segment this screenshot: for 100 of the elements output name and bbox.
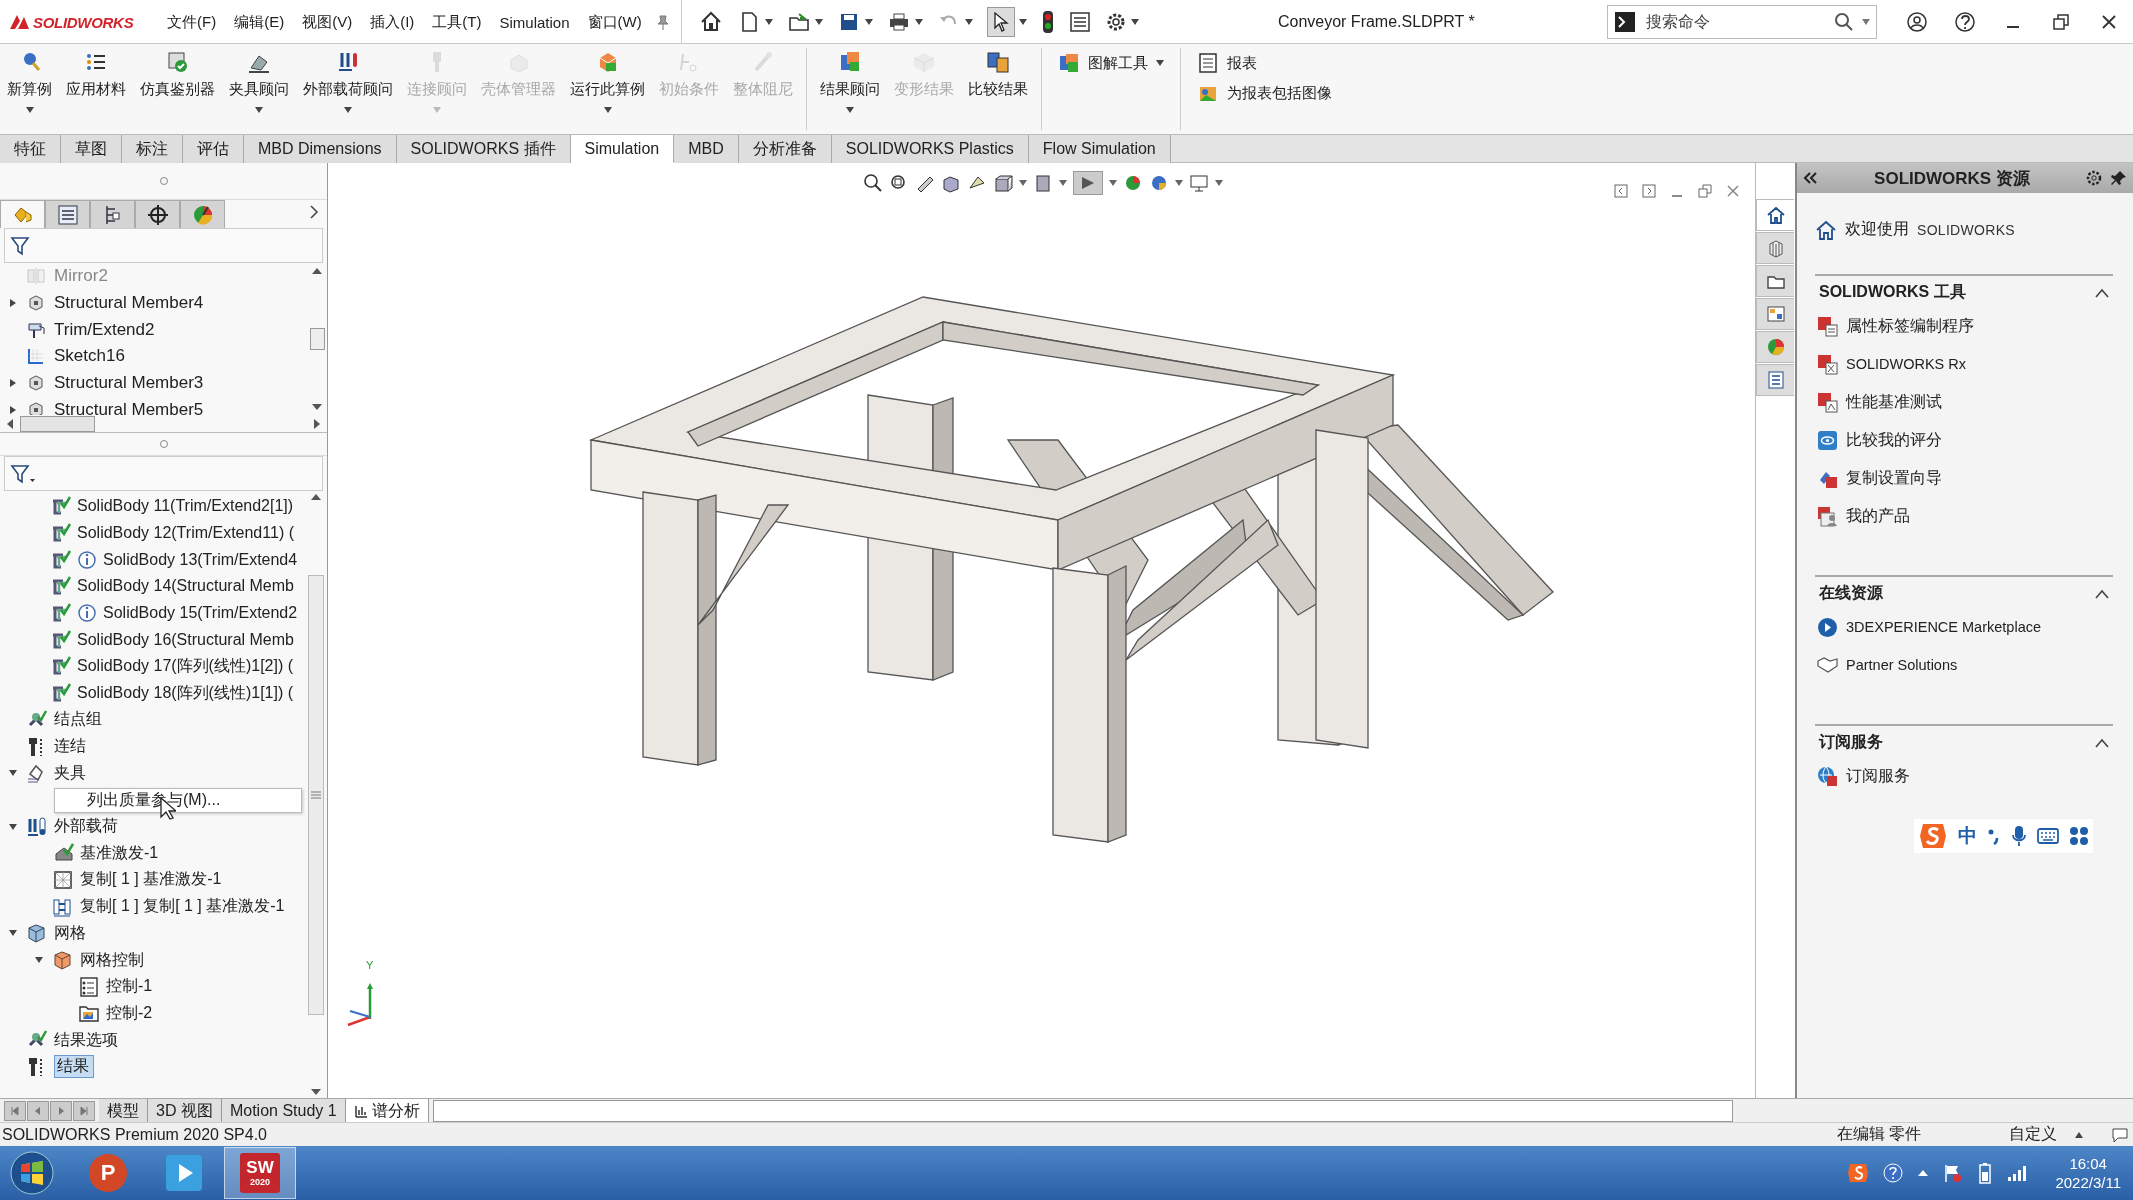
tree-item[interactable]: 基准激发-1 <box>80 842 159 864</box>
menu-item[interactable]: 编辑(E) <box>225 12 294 32</box>
tree-item[interactable]: SolidBody 12(Trim/Extend11) ( <box>77 524 294 543</box>
command-tab[interactable]: 分析准备 <box>738 135 832 163</box>
resource-link[interactable]: 3DEXPERIENCE Marketplace <box>1846 619 2041 635</box>
split-right-icon[interactable] <box>1641 183 1657 199</box>
flag-icon[interactable] <box>1943 1163 1964 1183</box>
caret-icon[interactable] <box>1862 19 1870 25</box>
ribbon-button[interactable]: 仿真鉴别器 <box>133 44 222 134</box>
tree-item[interactable]: SolidBody 16(Structural Memb <box>77 630 294 649</box>
list-icon[interactable] <box>1068 11 1091 33</box>
tree-item[interactable]: Structural Member3 <box>54 373 204 394</box>
split-left-icon[interactable] <box>1613 183 1629 199</box>
tree-item[interactable]: 复制[ 1 ] 复制[ 1 ] 基准激发-1 <box>80 896 285 918</box>
help-icon[interactable] <box>1954 11 1976 33</box>
view-tool-icon[interactable] <box>863 173 883 193</box>
caret-icon[interactable] <box>1019 180 1027 186</box>
menu-item[interactable]: 插入(I) <box>361 12 424 32</box>
tab-scroll-button[interactable] <box>4 1101 26 1121</box>
scrollbar-thumb[interactable] <box>308 574 324 1015</box>
tree-item[interactable]: Structural Member4 <box>54 293 204 314</box>
caret-icon[interactable] <box>814 19 823 25</box>
menu-item[interactable]: 视图(V) <box>293 12 362 32</box>
panel-tab[interactable] <box>135 200 180 228</box>
side-tab[interactable] <box>1756 199 1794 231</box>
tree-item[interactable]: 结果 <box>54 1055 94 1079</box>
command-tab[interactable]: SOLIDWORKS Plastics <box>831 135 1029 163</box>
collapse-pane-icon[interactable] <box>1803 171 1819 185</box>
expand-arrow-icon[interactable] <box>9 378 17 389</box>
caret-icon[interactable] <box>846 107 854 113</box>
ime-logo-icon[interactable] <box>1847 1162 1870 1184</box>
collapse-icon[interactable] <box>2095 737 2109 748</box>
resource-link[interactable]: 复制设置向导 <box>1846 467 1942 489</box>
tree-item[interactable]: Sketch16 <box>54 346 125 367</box>
ribbon-button[interactable]: 夹具顾问 <box>222 44 296 134</box>
tree-item[interactable]: 复制[ 1 ] 基准激发-1 <box>80 869 222 891</box>
command-tab[interactable]: 草图 <box>61 135 122 163</box>
clock[interactable]: 16:04 2022/3/11 <box>2055 1153 2121 1193</box>
panel-tab[interactable] <box>45 200 90 228</box>
collapse-icon[interactable] <box>2095 588 2109 599</box>
scrollbar-thumb[interactable] <box>309 328 325 350</box>
grid-menu-icon[interactable] <box>2069 826 2089 846</box>
collapse-arrow-icon[interactable] <box>34 956 44 965</box>
caret-icon[interactable] <box>603 107 612 113</box>
tree-item[interactable]: 夹具 <box>54 762 86 784</box>
scroll-left-icon[interactable] <box>6 417 14 430</box>
taskbar-app[interactable]: P <box>72 1147 144 1199</box>
chat-icon[interactable] <box>2111 1126 2129 1143</box>
command-tab[interactable]: 评估 <box>183 135 244 163</box>
restore-icon[interactable] <box>2050 11 2072 33</box>
caret-icon[interactable] <box>1215 180 1223 186</box>
tree-item[interactable]: 结点组 <box>54 709 102 731</box>
resource-link[interactable]: 属性标签编制程序 <box>1846 315 1974 337</box>
tree-item[interactable]: Structural Member5 <box>54 399 204 415</box>
menu-item[interactable]: Simulation <box>490 13 579 31</box>
scroll-up-icon[interactable] <box>310 493 322 501</box>
tree-item[interactable]: SolidBody 15(Trim/Extend2 <box>103 604 298 623</box>
caret-icon[interactable] <box>344 107 352 113</box>
welcome-link[interactable]: 欢迎使用 <box>1845 219 1909 240</box>
command-tab[interactable]: 标注 <box>122 135 183 163</box>
signal-icon[interactable] <box>2007 1164 2028 1182</box>
splitter-handle-icon[interactable] <box>158 439 169 449</box>
tree-item[interactable]: 控制-2 <box>106 1002 153 1024</box>
resource-link[interactable]: 我的产品 <box>1846 505 1910 527</box>
model-tab[interactable]: Motion Study 1 <box>221 1099 346 1123</box>
caret-icon[interactable] <box>1130 19 1139 25</box>
scroll-down-icon[interactable] <box>310 1088 322 1096</box>
tree-item[interactable]: SolidBody 11(Trim/Extend2[1]) <box>77 497 294 516</box>
user-icon[interactable] <box>1906 11 1928 33</box>
tab-scroll-button[interactable] <box>73 1101 95 1121</box>
filter-field[interactable] <box>4 228 323 263</box>
caret-up-icon[interactable] <box>2075 1131 2083 1138</box>
caret-icon[interactable] <box>864 19 873 25</box>
expand-arrow-icon[interactable] <box>9 298 17 309</box>
ime-logo-icon[interactable] <box>1918 821 1948 851</box>
caret-icon[interactable] <box>255 107 263 113</box>
tree-item[interactable]: SolidBody 13(Trim/Extend4 <box>103 550 298 569</box>
scroll-up-icon[interactable] <box>311 267 323 275</box>
ribbon-button[interactable]: 新算例 <box>0 44 59 134</box>
search-bar[interactable]: 搜索命令 <box>1607 5 1877 39</box>
caret-icon[interactable] <box>25 107 34 113</box>
ribbon-button[interactable]: 报表 <box>1197 52 1332 74</box>
resource-link[interactable]: Partner Solutions <box>1846 657 1958 673</box>
microphone-icon[interactable] <box>2011 825 2027 847</box>
ribbon-button[interactable]: 图解工具 <box>1058 52 1164 74</box>
model-tab[interactable]: 模型 <box>99 1099 148 1123</box>
ribbon-button[interactable]: 结果顾问 <box>813 44 887 134</box>
command-tab[interactable]: MBD <box>674 135 739 163</box>
caret-icon[interactable] <box>1109 180 1117 186</box>
resource-link[interactable]: 订阅服务 <box>1846 765 1910 787</box>
collapse-icon[interactable] <box>2095 287 2109 298</box>
tree-item[interactable]: Trim/Extend2 <box>54 319 155 340</box>
menu-item[interactable]: 窗口(W) <box>578 12 651 32</box>
resource-link[interactable]: 比较我的评分 <box>1846 429 1942 451</box>
tree-item[interactable]: 连结 <box>54 736 86 758</box>
model-tab[interactable]: 3D 视图 <box>148 1099 222 1123</box>
tree-item[interactable]: 结果选项 <box>54 1029 118 1051</box>
tree-item[interactable]: 外部载荷 <box>54 816 118 838</box>
caret-icon[interactable] <box>1059 180 1067 186</box>
command-tab[interactable]: SOLIDWORKS 插件 <box>396 135 571 163</box>
